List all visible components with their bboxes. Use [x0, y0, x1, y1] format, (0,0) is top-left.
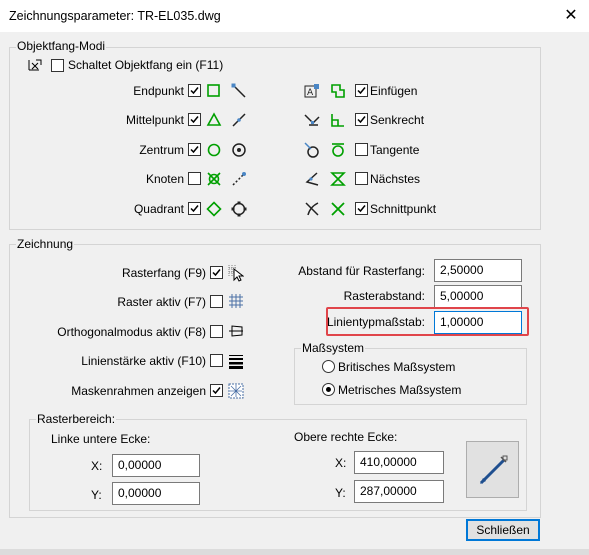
quadrant-marker-icon — [206, 201, 222, 217]
nearest-tool-icon — [305, 172, 319, 186]
snap-perpendicular-checkbox[interactable] — [355, 113, 368, 126]
snap-tangent-label: Tangente — [370, 143, 420, 157]
endpoint-tool-icon — [231, 83, 246, 98]
snap-insert-checkbox[interactable] — [355, 84, 368, 97]
snap-center-checkbox[interactable] — [188, 143, 201, 156]
intersection-marker-icon — [331, 202, 345, 216]
ortho-icon — [229, 325, 243, 337]
ortho-mode-label: Orthogonalmodus aktiv (F8) — [57, 325, 206, 339]
drawing-legend: Zeichnung — [16, 237, 75, 251]
midpoint-tool-icon — [232, 113, 246, 127]
quadrant-tool-icon — [231, 201, 247, 217]
tangent-tool-icon — [304, 142, 319, 158]
center-marker-icon — [207, 143, 221, 157]
snap-intersection-label: Schnittpunkt — [370, 202, 437, 216]
perpendicular-tool-icon — [304, 114, 320, 126]
units-legend: Maßsystem — [301, 341, 366, 355]
node-tool-icon — [232, 172, 246, 186]
snap-modes-group — [9, 47, 541, 230]
snap-spacing-label: Abstand für Rasterfang: — [298, 264, 425, 278]
insert-marker-icon — [331, 84, 345, 98]
midpoint-marker-icon — [206, 112, 222, 126]
perpendicular-marker-icon — [331, 114, 344, 127]
grid-spacing-label: Rasterabstand: — [343, 289, 425, 303]
snap-node-checkbox[interactable] — [188, 172, 201, 185]
snap-midpoint-label: Mittelpunkt — [125, 113, 184, 127]
lineweight-label: Linienstärke aktiv (F10) — [81, 354, 206, 368]
imperial-label: Britisches Maßsystem — [338, 360, 456, 374]
osnap-master-icon — [28, 59, 42, 71]
upper-y-label: Y: — [335, 486, 346, 500]
upper-x-field[interactable]: 410,00000 — [354, 451, 444, 474]
upper-x-label: X: — [335, 456, 347, 470]
snap-nearest-label: Nächstes — [370, 172, 421, 186]
node-marker-icon — [207, 172, 221, 186]
mask-frame-label: Maskenrahmen anzeigen — [71, 384, 206, 398]
snap-insert-label: Einfügen — [370, 84, 418, 98]
mask-frame-checkbox[interactable] — [210, 384, 223, 397]
grid-visible-label: Raster aktiv (F7) — [117, 295, 206, 309]
grid-visible-checkbox[interactable] — [210, 295, 223, 308]
limits-legend: Rasterbereich: — [36, 412, 117, 426]
upper-right-label: Obere rechte Ecke: — [294, 430, 398, 444]
osnap-master-label: Schaltet Objektfang ein (F11) — [68, 58, 224, 72]
close-button[interactable]: Schließen — [466, 519, 540, 541]
window-bottom-edge — [0, 549, 589, 555]
snap-modes-legend: Objektfang-Modi — [16, 39, 107, 53]
lower-y-field[interactable]: 0,00000 — [112, 482, 200, 505]
grid-snap-icon — [228, 265, 244, 282]
snap-quadrant-checkbox[interactable] — [188, 202, 201, 215]
grid-icon — [229, 294, 243, 308]
svg-text:A: A — [307, 88, 314, 98]
upper-y-field[interactable]: 287,00000 — [354, 480, 444, 503]
snap-endpoint-label: Endpunkt — [133, 84, 184, 98]
snap-tangent-checkbox[interactable] — [355, 143, 368, 156]
lower-x-label: X: — [91, 459, 103, 473]
mask-frame-icon — [228, 383, 244, 399]
snap-quadrant-label: Quadrant — [133, 202, 184, 216]
ortho-mode-checkbox[interactable] — [210, 325, 223, 338]
snap-center-label: Zentrum — [139, 143, 184, 157]
window-title: Zeichnungsparameter: TR-EL035.dwg — [9, 9, 221, 23]
grid-snap-checkbox[interactable] — [210, 266, 223, 279]
linetype-scale-label: Linientypmaßstab: — [326, 315, 425, 329]
snap-intersection-checkbox[interactable] — [355, 202, 368, 215]
metric-radio[interactable] — [322, 383, 335, 396]
center-tool-icon — [232, 143, 246, 157]
lower-x-field[interactable]: 0,00000 — [112, 454, 200, 477]
insert-tool-icon: A — [304, 84, 319, 98]
snap-perpendicular-label: Senkrecht — [370, 113, 425, 127]
imperial-radio[interactable] — [322, 360, 335, 373]
intersection-tool-icon — [305, 202, 319, 216]
lineweight-checkbox[interactable] — [210, 354, 223, 367]
grid-spacing-field[interactable]: 5,00000 — [434, 285, 522, 308]
linetype-scale-field[interactable]: 1,00000 — [434, 311, 522, 334]
snap-endpoint-checkbox[interactable] — [188, 84, 201, 97]
close-icon[interactable]: ✕ — [560, 6, 582, 26]
lineweight-icon — [229, 355, 243, 369]
lower-y-label: Y: — [91, 488, 102, 502]
osnap-master-checkbox[interactable] — [51, 59, 64, 72]
pick-limits-button[interactable] — [466, 441, 519, 498]
snap-nearest-checkbox[interactable] — [355, 172, 368, 185]
pick-point-icon — [479, 455, 508, 485]
grid-snap-label: Rasterfang (F9) — [121, 266, 206, 280]
snap-node-label: Knoten — [145, 172, 184, 186]
metric-label: Metrisches Maßsystem — [338, 383, 462, 397]
snap-midpoint-checkbox[interactable] — [188, 113, 201, 126]
tangent-marker-icon — [332, 143, 344, 157]
lower-left-label: Linke untere Ecke: — [51, 432, 151, 446]
endpoint-marker-icon — [207, 84, 220, 97]
nearest-marker-icon — [330, 172, 346, 186]
snap-spacing-field[interactable]: 2,50000 — [434, 259, 522, 282]
